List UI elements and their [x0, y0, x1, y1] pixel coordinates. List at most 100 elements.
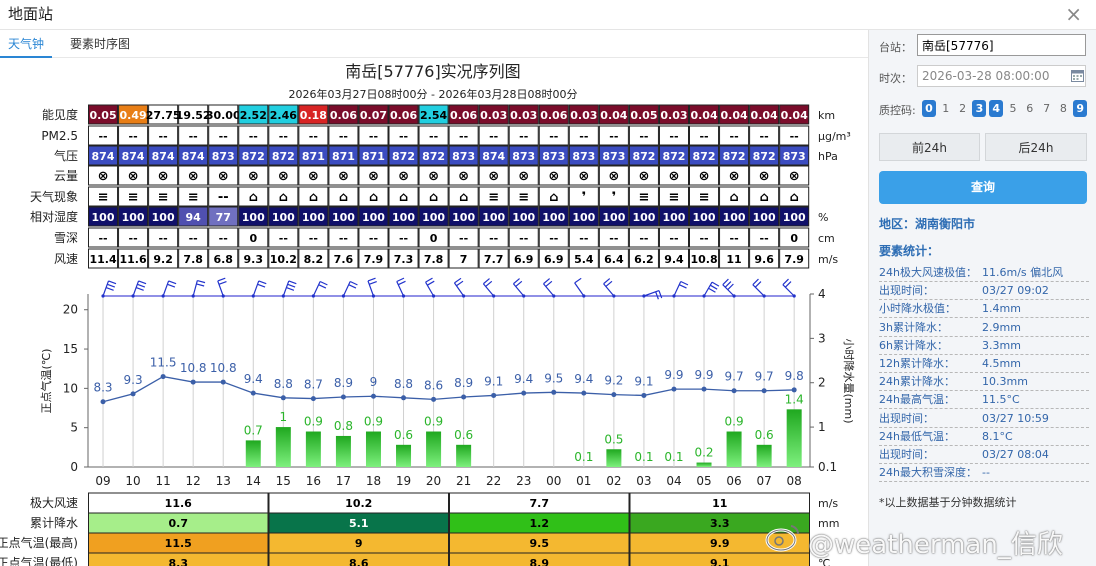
tab-element-series[interactable]: 要素时序图 — [62, 30, 138, 58]
close-icon[interactable]: × — [1065, 2, 1082, 26]
qc-label: 质控码: — [879, 104, 916, 117]
cell-value: 0.04 — [781, 109, 808, 122]
temperature-point — [671, 386, 677, 392]
qc-code-4[interactable]: 4 — [989, 100, 1004, 117]
stat-key: 出现时间： — [879, 448, 934, 461]
cell-value: 10.2 — [270, 253, 297, 266]
stat-value: 2.9mm — [982, 320, 1021, 334]
cell-value: -- — [579, 130, 588, 143]
precip-label: 0.1 — [664, 450, 683, 464]
cell-value: -- — [760, 232, 769, 245]
x-tick-label: 12 — [186, 474, 201, 488]
wind-barb-icon — [702, 281, 720, 298]
time-input[interactable] — [917, 65, 1086, 87]
cell-value: ⊗ — [548, 169, 559, 184]
summary-row-label: 极大风速 — [30, 496, 78, 510]
wind-barb-icon — [722, 278, 736, 298]
cell-value: ⊗ — [218, 169, 229, 184]
cell-value: ≡ — [518, 190, 529, 205]
cell-value: 872 — [723, 150, 746, 163]
window-title: 地面站 — [8, 5, 54, 23]
next-24h-button[interactable]: 后24h — [985, 133, 1087, 161]
station-input[interactable] — [917, 34, 1086, 56]
temperature-label: 9.9 — [664, 368, 683, 382]
qc-code-7[interactable]: 7 — [1040, 100, 1054, 117]
temperature-label: 9 — [370, 375, 378, 389]
temperature-point — [491, 392, 497, 398]
precip-label: 0.9 — [364, 415, 383, 429]
row-unit: cm — [818, 232, 835, 245]
temperature-point — [611, 392, 617, 398]
stat-row: 小时降水极值： 1.4mm — [879, 300, 1089, 319]
cell-value: ⌂ — [279, 190, 288, 205]
summary-cell-value: 7.7 — [530, 497, 550, 510]
cell-value: -- — [129, 130, 138, 143]
summary-row-label: 正点气温(最低) — [0, 555, 78, 566]
app-window: 地面站 × 天气钟 要素时序图 南岳[57776]实况序列图 2026年03月27… — [0, 0, 1096, 566]
precip-label: 0.9 — [424, 415, 443, 429]
stat-row: 出现时间： 03/27 09:02 — [879, 282, 1089, 301]
stat-value: 3.3mm — [982, 338, 1021, 352]
qc-code-0[interactable]: 0 — [922, 100, 936, 117]
temperature-point — [791, 387, 797, 393]
summary-row-label: 累计降水 — [30, 516, 78, 530]
query-button[interactable]: 查询 — [879, 171, 1087, 204]
precip-bar — [456, 444, 472, 467]
cell-value: ⌂ — [249, 190, 258, 205]
qc-code-8[interactable]: 8 — [1056, 100, 1070, 117]
qc-code-2[interactable]: 2 — [956, 100, 970, 117]
cell-value: 100 — [122, 211, 145, 224]
qc-code-9[interactable]: 9 — [1073, 100, 1088, 117]
tab-weather-clock[interactable]: 天气钟 — [0, 30, 53, 58]
cell-value: ⊗ — [158, 169, 169, 184]
summary-cell-value: 10.2 — [345, 497, 372, 510]
cell-value: 100 — [332, 211, 355, 224]
temperature-label: 9.7 — [755, 370, 774, 384]
wind-barb-icon — [396, 277, 406, 298]
cell-value: 7.7 — [484, 253, 504, 266]
x-tick-label: 11 — [155, 474, 170, 488]
temperature-point — [100, 399, 106, 405]
precip-bar — [606, 449, 622, 467]
stat-key: 出现时间： — [879, 284, 934, 298]
calendar-icon[interactable] — [1071, 69, 1084, 82]
cell-value: ⌂ — [790, 190, 799, 205]
stat-row: 3h累计降水： 2.9mm — [879, 319, 1089, 337]
row-label: 云量 — [54, 169, 78, 183]
cell-value: 0.04 — [721, 109, 748, 122]
cell-value: 872 — [632, 150, 655, 163]
cell-value: 2.54 — [420, 109, 447, 122]
row-label: 相对湿度 — [30, 209, 78, 224]
x-tick-label: 18 — [366, 474, 381, 488]
stat-row: 出现时间： 03/27 10:59 — [879, 410, 1089, 428]
prev-24h-button[interactable]: 前24h — [879, 133, 980, 161]
cell-value: 0.03 — [570, 109, 597, 122]
qc-code-5[interactable]: 5 — [1006, 100, 1020, 117]
temperature-label: 10.8 — [180, 361, 207, 375]
temperature-point — [160, 374, 166, 380]
row-unit: hPa — [818, 150, 838, 163]
y-tick-label-left: 20 — [63, 303, 78, 317]
cell-value: ⊗ — [398, 169, 409, 184]
cell-value: 100 — [392, 211, 415, 224]
cell-value: ⊗ — [488, 169, 499, 184]
cell-value: ≡ — [128, 190, 139, 205]
temperature-label: 9.7 — [725, 370, 744, 384]
qc-code-1[interactable]: 1 — [939, 100, 953, 117]
cell-value: 873 — [452, 150, 475, 163]
cell-value: -- — [669, 232, 678, 245]
cell-value: 100 — [362, 211, 385, 224]
qc-code-3[interactable]: 3 — [972, 100, 987, 117]
qc-code-6[interactable]: 6 — [1023, 100, 1037, 117]
row-label: PM2.5 — [41, 129, 78, 143]
cell-value: 874 — [122, 150, 145, 163]
cell-value: 11 — [726, 253, 741, 266]
cell-value: ‐‐ — [218, 190, 229, 205]
stat-value: 03/27 09:02 — [982, 284, 1049, 298]
cell-value: ⊗ — [278, 169, 289, 184]
y-tick-label-right: 2 — [818, 376, 826, 390]
temperature-point — [521, 390, 527, 396]
cell-value: 0 — [790, 232, 798, 245]
temperature-label: 9.9 — [694, 368, 713, 382]
summary-cell-value: 8.3 — [169, 557, 189, 566]
